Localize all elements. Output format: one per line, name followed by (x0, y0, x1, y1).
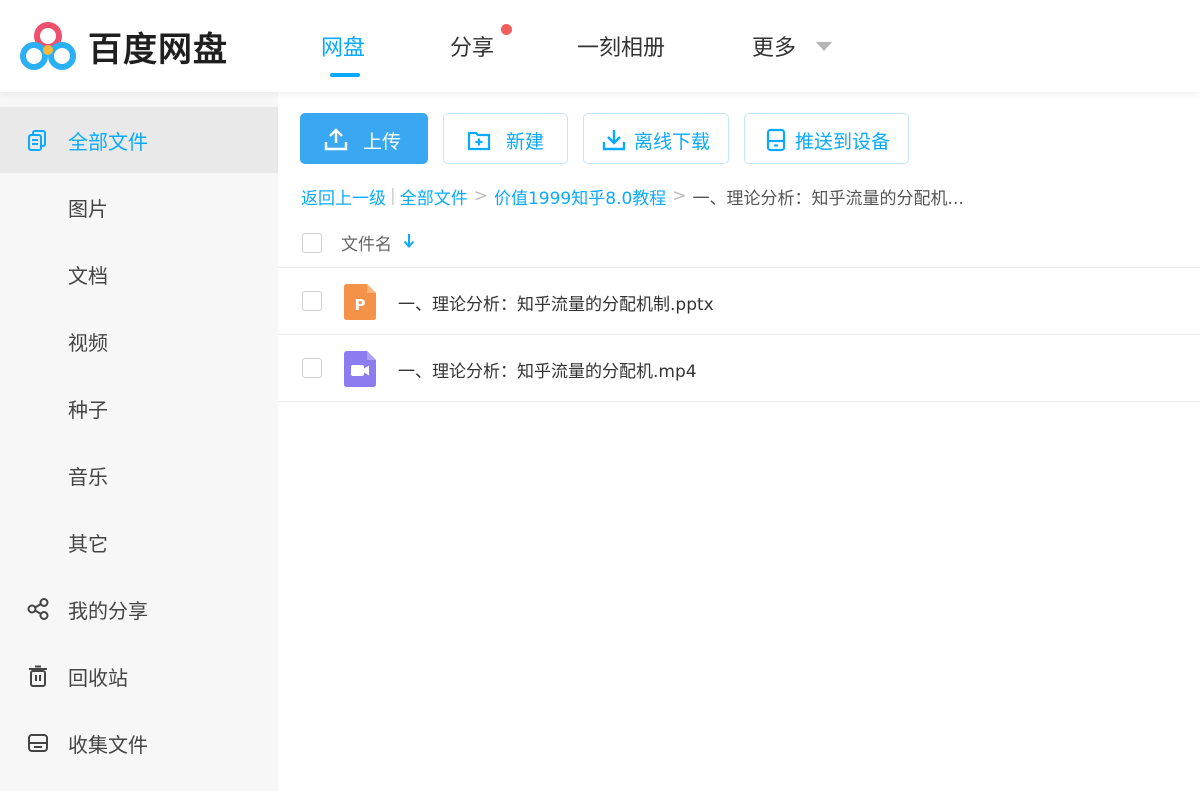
tab-share[interactable]: 分享 (450, 30, 494, 62)
ppt-file-icon: P (344, 284, 376, 320)
top-header: 百度网盘 网盘 分享 一刻相册 更多 (0, 0, 1200, 92)
breadcrumb-divider: | (390, 186, 396, 206)
all-files-icon (24, 126, 52, 154)
new-folder-icon (467, 131, 491, 151)
sidebar-item-images[interactable]: 图片 (0, 174, 278, 240)
tab-moment-album[interactable]: 一刻相册 (577, 30, 665, 62)
file-name[interactable]: 一、理论分析：知乎流量的分配机制.pptx (398, 290, 714, 315)
column-name-header[interactable]: 文件名 (341, 230, 392, 255)
file-row[interactable]: P 一、理论分析：知乎流量的分配机制.pptx (278, 268, 1200, 335)
upload-label: 上传 (363, 131, 402, 153)
breadcrumb-back-link[interactable]: 返回上一级 (301, 184, 386, 209)
offline-download-label: 离线下载 (634, 131, 711, 153)
breadcrumb-item-all-files[interactable]: 全部文件 (400, 184, 468, 209)
row-checkbox[interactable] (302, 358, 322, 378)
sidebar-item-videos[interactable]: 视频 (0, 308, 278, 374)
ppt-letter: P (355, 296, 366, 314)
sidebar-item-label: 其它 (68, 531, 108, 556)
new-label: 新建 (506, 131, 545, 153)
sort-down-icon[interactable] (402, 232, 416, 250)
sidebar-item-music[interactable]: 音乐 (0, 442, 278, 508)
breadcrumb: 返回上一级 | 全部文件 > 价值1999知乎8.0教程 > 一、理论分析：知乎… (301, 184, 964, 209)
sidebar-item-my-shares[interactable]: 我的分享 (0, 576, 278, 642)
main-content: 上传 新建 离线下载 推送到设备 返回上一级 | 全部文件 > 价值1999知乎… (278, 92, 1200, 791)
trash-icon (24, 662, 52, 690)
push-to-device-button[interactable]: 推送到设备 (744, 113, 909, 164)
file-name[interactable]: 一、理论分析：知乎流量的分配机.mp4 (398, 357, 697, 382)
sidebar-item-label: 种子 (68, 397, 108, 422)
file-row[interactable]: 一、理论分析：知乎流量的分配机.mp4 (278, 335, 1200, 402)
sidebar-item-docs[interactable]: 文档 (0, 241, 278, 307)
offline-download-button[interactable]: 离线下载 (583, 113, 729, 164)
brand-name: 百度网盘 (88, 30, 228, 70)
baidu-netdisk-logo[interactable] (18, 20, 78, 72)
sidebar-item-other[interactable]: 其它 (0, 509, 278, 575)
sidebar-item-torrents[interactable]: 种子 (0, 375, 278, 441)
upload-button[interactable]: 上传 (300, 113, 428, 164)
video-file-icon (344, 351, 376, 387)
sidebar-item-all-files[interactable]: 全部文件 (0, 107, 278, 173)
sidebar-item-label: 音乐 (68, 464, 108, 489)
download-icon (602, 130, 626, 151)
breadcrumb-separator: > (473, 186, 488, 206)
sidebar-item-label: 视频 (68, 330, 108, 355)
sidebar-item-label: 全部文件 (68, 129, 148, 154)
tab-more[interactable]: 更多 (752, 30, 796, 62)
sidebar-item-label: 我的分享 (68, 598, 148, 623)
sidebar-item-label: 文档 (68, 263, 108, 288)
device-icon (766, 128, 786, 152)
breadcrumb-item-course[interactable]: 价值1999知乎8.0教程 (494, 184, 666, 209)
push-to-device-label: 推送到设备 (795, 131, 891, 153)
row-checkbox[interactable] (302, 291, 322, 311)
sidebar: 全部文件 图片 文档 视频 种子 音乐 其它 我的分享 回收站 收集文件 (0, 92, 278, 791)
chevron-down-icon[interactable] (816, 42, 832, 51)
new-button[interactable]: 新建 (443, 113, 568, 164)
breadcrumb-separator: > (672, 186, 687, 206)
file-list-header: 文件名 (278, 222, 1200, 268)
select-all-checkbox[interactable] (302, 233, 322, 253)
notification-dot (501, 24, 512, 35)
breadcrumb-current: 一、理论分析：知乎流量的分配机... (692, 188, 964, 209)
sidebar-item-collect-files[interactable]: 收集文件 (0, 710, 278, 776)
active-tab-indicator (330, 73, 360, 77)
inbox-icon (24, 729, 52, 757)
upload-icon (324, 128, 348, 151)
share-icon (24, 595, 52, 623)
tab-netdisk[interactable]: 网盘 (321, 30, 365, 62)
sidebar-item-label: 回收站 (68, 665, 128, 690)
sidebar-item-label: 图片 (68, 196, 108, 221)
sidebar-item-recycle-bin[interactable]: 回收站 (0, 643, 278, 709)
sidebar-item-label: 收集文件 (68, 732, 148, 757)
